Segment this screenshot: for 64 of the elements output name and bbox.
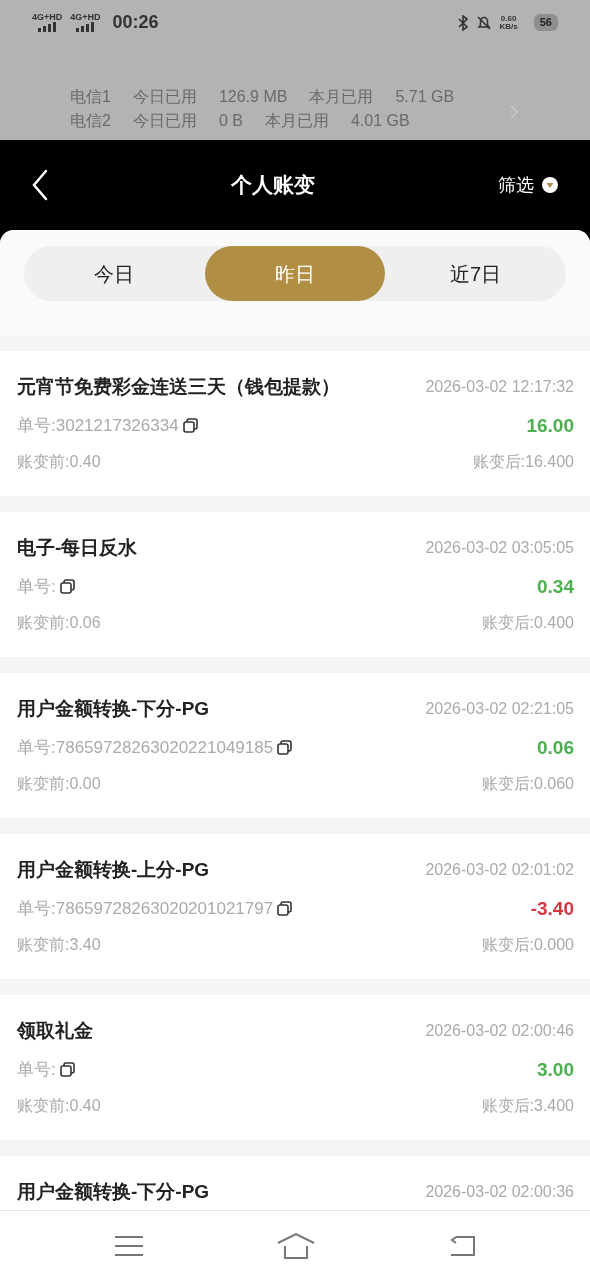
balance-before: 账变前:0.40 (17, 452, 101, 472)
balance-after: 账变后:3.400 (481, 1096, 574, 1116)
order-number: 单号: (17, 576, 56, 598)
sim-name: 电信2 (70, 111, 111, 131)
sim-name: 电信1 (70, 87, 111, 107)
amount: 0.34 (537, 574, 574, 599)
page-title: 个人账变 (231, 173, 315, 197)
balance-after: 账变后:0.000 (481, 935, 574, 955)
usage-label: 本月已用 (264, 111, 329, 131)
balance-before: 账变前:0.06 (17, 613, 101, 633)
back-icon (32, 169, 48, 201)
record-time: 2026-03-02 03:05:05 (425, 538, 574, 559)
order-number: 单号:78659728263020221049185 (17, 737, 274, 759)
copy-icon[interactable] (59, 1062, 75, 1078)
record-time: 2026-03-02 02:21:05 (425, 699, 574, 720)
record-time: 2026-03-02 02:00:46 (425, 1021, 574, 1042)
back-button[interactable] (32, 169, 48, 201)
usage-value: 126.9 MB (218, 87, 288, 107)
amount: 0.06 (537, 735, 574, 760)
amount: 3.00 (537, 1057, 574, 1082)
copy-icon[interactable] (277, 901, 293, 917)
order-number: 单号:78659728263020201021797 (17, 898, 274, 920)
bell-off-icon (475, 14, 492, 31)
usage-label: 本月已用 (309, 87, 374, 107)
speed-unit: KB/s (499, 22, 518, 31)
balance-before: 账变前:0.40 (17, 1096, 101, 1116)
balance-before: 账变前:0.00 (17, 774, 101, 794)
balance-after: 账变后:16.400 (472, 452, 574, 472)
record-title: 电子-每日反水 (17, 536, 138, 560)
network-label: 4G+HD (70, 13, 101, 22)
amount: -3.40 (530, 896, 574, 921)
order-number: 单号: (17, 1059, 56, 1081)
balance-after: 账变后:0.400 (481, 613, 574, 633)
record-time: 2026-03-02 12:17:32 (425, 377, 574, 398)
record-title: 元宵节免费彩金连送三天（钱包提款） (17, 375, 340, 399)
home-icon[interactable] (277, 1231, 315, 1260)
date-tab[interactable]: 近7日 (385, 246, 566, 301)
copy-icon[interactable] (277, 740, 293, 756)
copy-icon[interactable] (59, 579, 75, 595)
order-number: 单号:3021217326334 (17, 415, 179, 437)
usage-label: 今日已用 (132, 87, 197, 107)
battery-level: 56 (533, 14, 558, 31)
record-time: 2026-03-02 02:00:36 (425, 1182, 574, 1203)
usage-label: 今日已用 (132, 111, 197, 131)
balance-after: 账变后:0.060 (481, 774, 574, 794)
caret-down-icon (542, 177, 558, 193)
filter-button[interactable]: 筛选 (498, 171, 558, 199)
menu-icon[interactable] (114, 1234, 145, 1257)
date-tab[interactable]: 今日 (24, 246, 205, 301)
record-title: 用户金额转换-上分-PG (17, 858, 210, 882)
balance-before: 账变前:3.40 (17, 935, 101, 955)
network-label: 4G+HD (32, 13, 63, 22)
usage-value: 5.71 GB (395, 87, 455, 107)
clock-time: 00:26 (112, 11, 159, 34)
usage-value: 4.01 GB (350, 111, 410, 131)
bluetooth-icon (457, 14, 468, 31)
usage-value: 0 B (218, 111, 243, 131)
copy-icon[interactable] (182, 418, 198, 434)
record-title: 用户金额转换-下分-PG (17, 1180, 210, 1204)
record-title: 领取礼金 (17, 1019, 93, 1043)
network-speed: 0.60 (499, 14, 518, 23)
amount: 16.00 (526, 413, 574, 438)
record-time: 2026-03-02 02:01:02 (425, 860, 574, 881)
record-title: 用户金额转换-下分-PG (17, 697, 210, 721)
